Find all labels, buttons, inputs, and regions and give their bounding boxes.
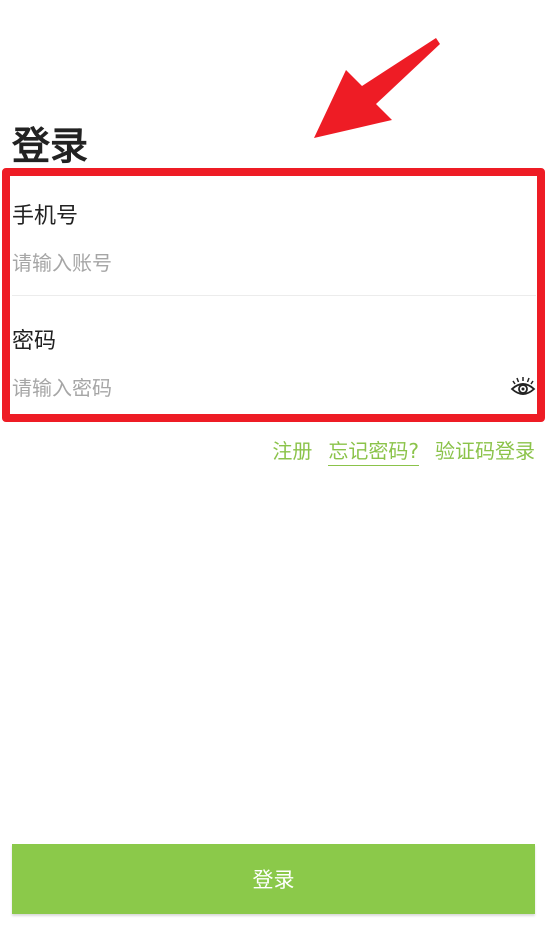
page-title: 登录 [12,124,89,168]
register-link[interactable]: 注册 [272,437,312,466]
login-screen: 登录 手机号 密码 注册 忘记密码? 验证码登录 登录 [0,0,549,941]
login-button[interactable]: 登录 [12,844,535,914]
auth-links: 注册 忘记密码? 验证码登录 [272,437,535,466]
password-field: 密码 [12,327,536,403]
password-input[interactable] [12,373,536,403]
phone-input[interactable] [12,248,536,278]
phone-field: 手机号 [12,202,536,278]
field-divider [12,295,536,296]
forgot-password-link[interactable]: 忘记密码? [328,437,419,466]
annotation-arrow-icon [314,38,440,138]
sms-login-link[interactable]: 验证码登录 [435,437,535,466]
password-label: 密码 [12,329,57,354]
eye-icon[interactable] [510,374,536,400]
phone-label: 手机号 [12,204,79,229]
